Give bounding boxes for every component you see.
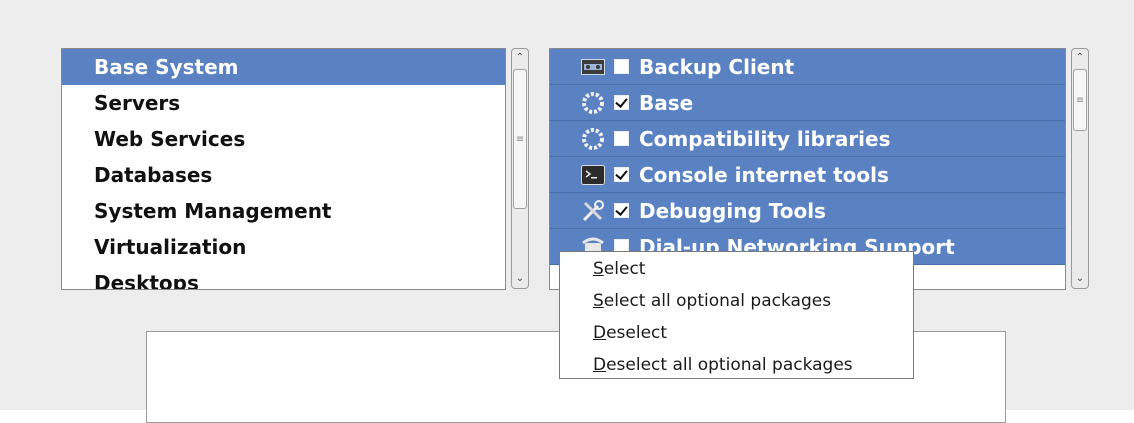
scroll-down-arrow-icon[interactable]: ⌄ — [512, 270, 528, 288]
category-item-base-system[interactable]: Base System — [62, 49, 505, 85]
category-item-virtualization[interactable]: Virtualization — [62, 229, 505, 265]
menu-mnemonic: D — [593, 355, 607, 375]
group-scroll-thumb[interactable]: ≡ — [1073, 69, 1087, 131]
tools-icon — [580, 198, 606, 224]
menu-item-select[interactable]: Select — [560, 254, 913, 286]
context-menu: Select Select all optional packages Dese… — [559, 251, 914, 379]
category-item-web-services[interactable]: Web Services — [62, 121, 505, 157]
menu-item-select-all-optional[interactable]: Select all optional packages — [560, 286, 913, 318]
menu-label: elect — [603, 259, 646, 279]
group-item-console-internet-tools[interactable]: Console internet tools — [550, 157, 1065, 193]
terminal-icon — [580, 162, 606, 188]
category-item-servers[interactable]: Servers — [62, 85, 505, 121]
category-scroll-thumb[interactable]: ≡ — [513, 69, 527, 209]
group-item-backup-client[interactable]: Backup Client — [550, 49, 1065, 85]
group-checkbox[interactable] — [614, 59, 629, 74]
menu-item-deselect-all-optional[interactable]: Deselect all optional packages — [560, 350, 913, 382]
group-checkbox[interactable] — [614, 167, 629, 182]
group-label: Console internet tools — [639, 162, 889, 187]
group-scrollbar[interactable]: ⌃ ≡ ⌄ — [1071, 48, 1089, 289]
menu-label: eselect all optional packages — [606, 355, 853, 375]
scroll-up-arrow-icon[interactable]: ⌃ — [1072, 49, 1088, 67]
category-list[interactable]: Base System Servers Web Services Databas… — [61, 48, 506, 290]
category-item-databases[interactable]: Databases — [62, 157, 505, 193]
menu-mnemonic: D — [593, 323, 607, 343]
category-item-system-management[interactable]: System Management — [62, 193, 505, 229]
group-checkbox[interactable] — [614, 131, 629, 146]
group-checkbox[interactable] — [614, 203, 629, 218]
menu-mnemonic: S — [593, 259, 604, 279]
menu-label: elect all optional packages — [603, 291, 832, 311]
menu-label: eselect — [606, 323, 668, 343]
category-item-desktops[interactable]: Desktops — [62, 265, 505, 289]
group-checkbox[interactable] — [614, 95, 629, 110]
package-selection-window: Base System Servers Web Services Databas… — [0, 0, 1134, 423]
group-label: Compatibility libraries — [639, 126, 891, 151]
group-label: Backup Client — [639, 54, 795, 79]
scroll-up-arrow-icon[interactable]: ⌃ — [512, 49, 528, 67]
menu-item-deselect[interactable]: Deselect — [560, 318, 913, 350]
menu-mnemonic: S — [593, 291, 604, 311]
gear-icon — [580, 126, 606, 152]
group-item-compatibility-libraries[interactable]: Compatibility libraries — [550, 121, 1065, 157]
group-label: Base — [639, 90, 694, 115]
group-label: Debugging Tools — [639, 198, 826, 223]
category-scrollbar[interactable]: ⌃ ≡ ⌄ — [511, 48, 529, 289]
group-item-debugging-tools[interactable]: Debugging Tools — [550, 193, 1065, 229]
gear-icon — [580, 90, 606, 116]
group-item-base[interactable]: Base — [550, 85, 1065, 121]
tape-drive-icon — [580, 54, 606, 80]
scroll-down-arrow-icon[interactable]: ⌄ — [1072, 270, 1088, 288]
